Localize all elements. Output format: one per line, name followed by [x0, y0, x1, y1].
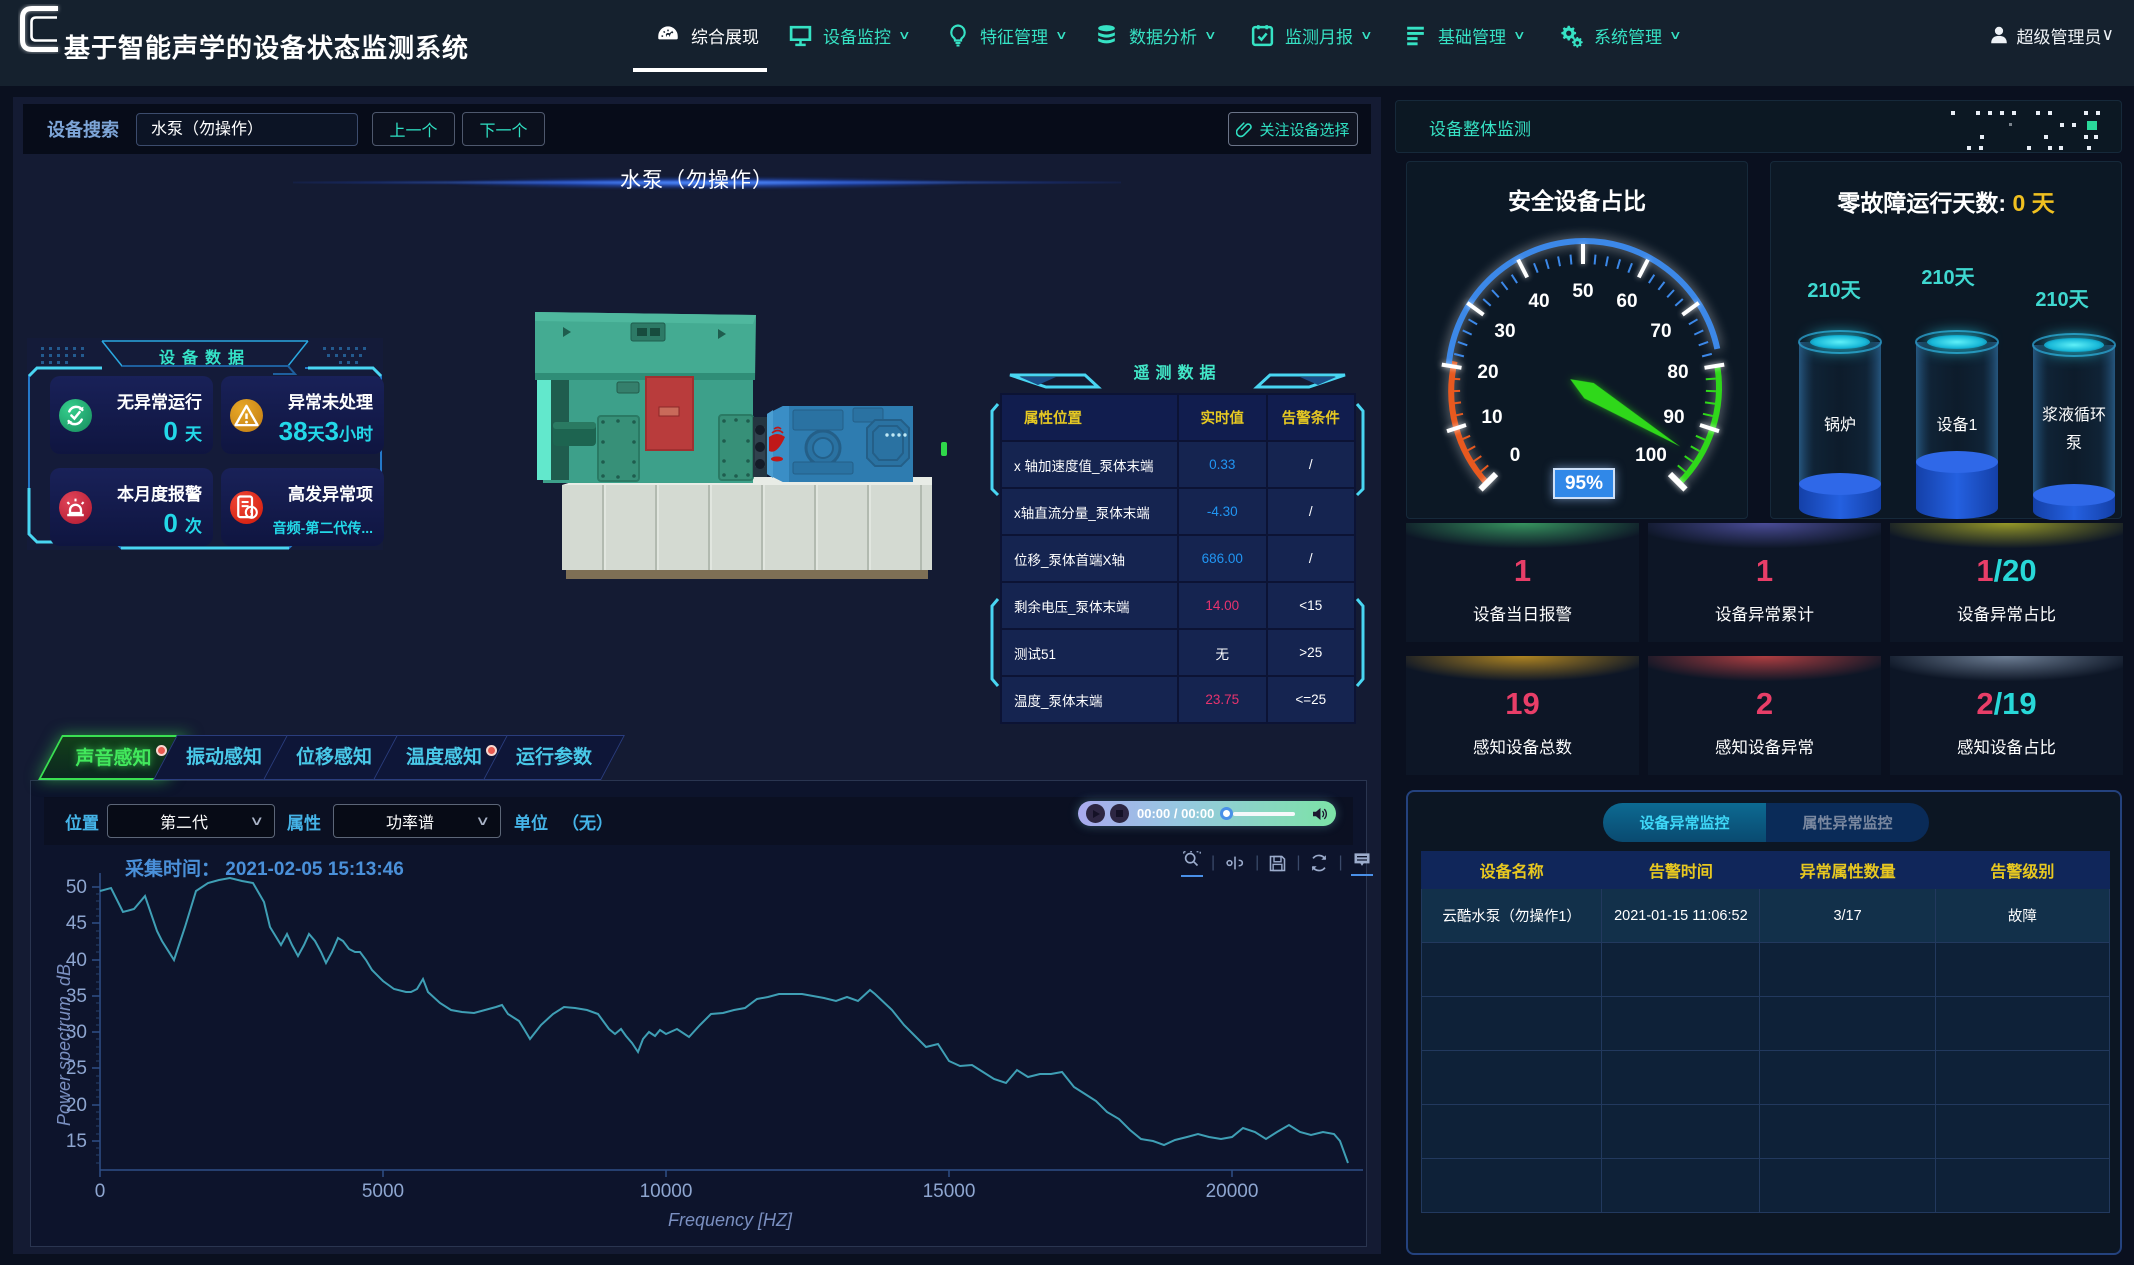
svg-text:浆液循环: 浆液循环: [2042, 406, 2106, 424]
svg-text:0: 0: [95, 1181, 106, 1202]
svg-text:Power spectrum, dB: Power spectrum, dB: [54, 964, 74, 1126]
svg-text:Frequency [HZ]: Frequency [HZ]: [668, 1210, 793, 1230]
svg-text:10000: 10000: [640, 1181, 693, 1202]
svg-text:5000: 5000: [362, 1181, 404, 1202]
svg-text:20000: 20000: [1206, 1181, 1259, 1202]
svg-text:45: 45: [66, 913, 87, 934]
svg-text:50: 50: [66, 877, 87, 898]
svg-text:设备1: 设备1: [1937, 416, 1978, 434]
svg-text:锅炉: 锅炉: [1824, 416, 1856, 434]
svg-text:泵: 泵: [2066, 434, 2082, 452]
svg-text:15: 15: [66, 1131, 87, 1152]
svg-text:15000: 15000: [923, 1181, 976, 1202]
